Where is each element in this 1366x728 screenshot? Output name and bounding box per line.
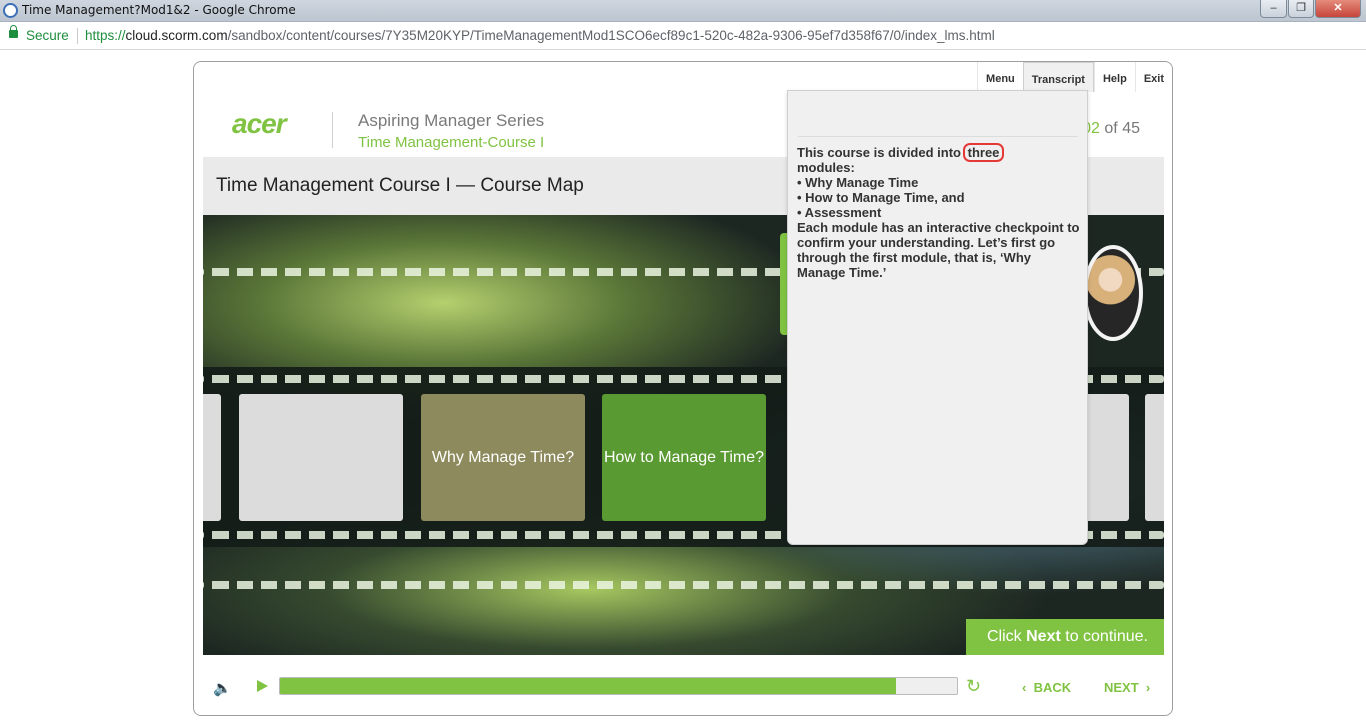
chrome-app-icon bbox=[3, 3, 18, 18]
transcript-intro: This course is divided into bbox=[797, 145, 961, 160]
module-tile-blank bbox=[203, 394, 221, 521]
transcript-item: • How to Manage Time, and bbox=[797, 190, 965, 205]
transcript-outro: Each module has an interactive checkpoin… bbox=[797, 220, 1080, 280]
transcript-intro-end: modules: bbox=[797, 160, 855, 175]
minimize-button[interactable]: ‒ bbox=[1260, 0, 1287, 18]
url-text[interactable]: https://cloud.scorm.com/sandbox/content/… bbox=[85, 28, 995, 43]
module-tile-blank bbox=[239, 394, 403, 521]
slide-title: Time Management Course I — Course Map bbox=[216, 175, 584, 196]
film-sprockets bbox=[203, 581, 1164, 589]
top-nav: Menu Transcript Help Exit bbox=[977, 62, 1172, 92]
secure-label[interactable]: Secure bbox=[26, 28, 69, 43]
next-prompt-pre: Click bbox=[987, 628, 1027, 645]
next-prompt-post: to continue. bbox=[1060, 628, 1148, 645]
browser-titlebar: Time Management?Mod1&2 - Google Chrome ‒… bbox=[0, 0, 1366, 22]
replay-icon[interactable]: ↻ bbox=[966, 676, 981, 697]
page-total: 45 bbox=[1122, 120, 1140, 137]
header-divider bbox=[332, 112, 333, 148]
transcript-item: • Why Manage Time bbox=[797, 175, 919, 190]
back-button[interactable]: ‹ BACK bbox=[1022, 680, 1071, 695]
next-prompt: Click Next to continue. bbox=[966, 619, 1164, 655]
exit-tab[interactable]: Exit bbox=[1134, 62, 1172, 92]
next-label: NEXT bbox=[1104, 680, 1139, 695]
module-tile-why[interactable]: Why Manage Time? bbox=[421, 394, 585, 521]
menu-tab[interactable]: Menu bbox=[977, 62, 1023, 92]
url-host: cloud.scorm.com bbox=[125, 28, 228, 43]
transcript-tab[interactable]: Transcript bbox=[1022, 62, 1094, 92]
speaker-icon[interactable]: 🔈 bbox=[213, 679, 232, 697]
course-title: Time Management-Course I bbox=[358, 134, 545, 151]
page-counter: 02 of 45 bbox=[1082, 120, 1140, 138]
back-label: BACK bbox=[1033, 680, 1072, 695]
help-tab[interactable]: Help bbox=[1093, 62, 1135, 92]
highlighted-word: three bbox=[962, 143, 1005, 162]
url-path: /sandbox/content/courses/7Y35M20KYP/Time… bbox=[227, 28, 995, 43]
window-title: Time Management?Mod1&2 - Google Chrome bbox=[22, 3, 296, 17]
acer-logo: acer bbox=[232, 108, 287, 139]
page-of: of bbox=[1104, 120, 1118, 137]
address-bar[interactable]: Secure https://cloud.scorm.com/sandbox/c… bbox=[0, 22, 1366, 50]
progress-fill bbox=[280, 678, 897, 694]
play-icon[interactable] bbox=[257, 680, 268, 692]
series-title: Aspiring Manager Series bbox=[358, 111, 545, 130]
address-divider bbox=[77, 28, 78, 44]
presenter-avatar bbox=[1083, 245, 1143, 341]
maximize-button[interactable]: ❐ bbox=[1288, 0, 1314, 18]
url-scheme: https:// bbox=[85, 28, 126, 43]
close-window-button[interactable]: ✕ bbox=[1315, 0, 1361, 18]
module-tile-blank bbox=[1145, 394, 1164, 521]
transcript-divider bbox=[798, 136, 1078, 137]
lock-icon bbox=[9, 25, 18, 38]
transcript-item: • Assessment bbox=[797, 205, 882, 220]
next-button[interactable]: NEXT › bbox=[1104, 680, 1150, 695]
progress-bar[interactable] bbox=[279, 677, 958, 695]
transcript-text: This course is divided into three module… bbox=[797, 143, 1081, 280]
transcript-panel: This course is divided into three module… bbox=[787, 90, 1088, 545]
module-tile-how[interactable]: How to Manage Time? bbox=[602, 394, 766, 521]
next-prompt-bold: Next bbox=[1026, 628, 1061, 645]
